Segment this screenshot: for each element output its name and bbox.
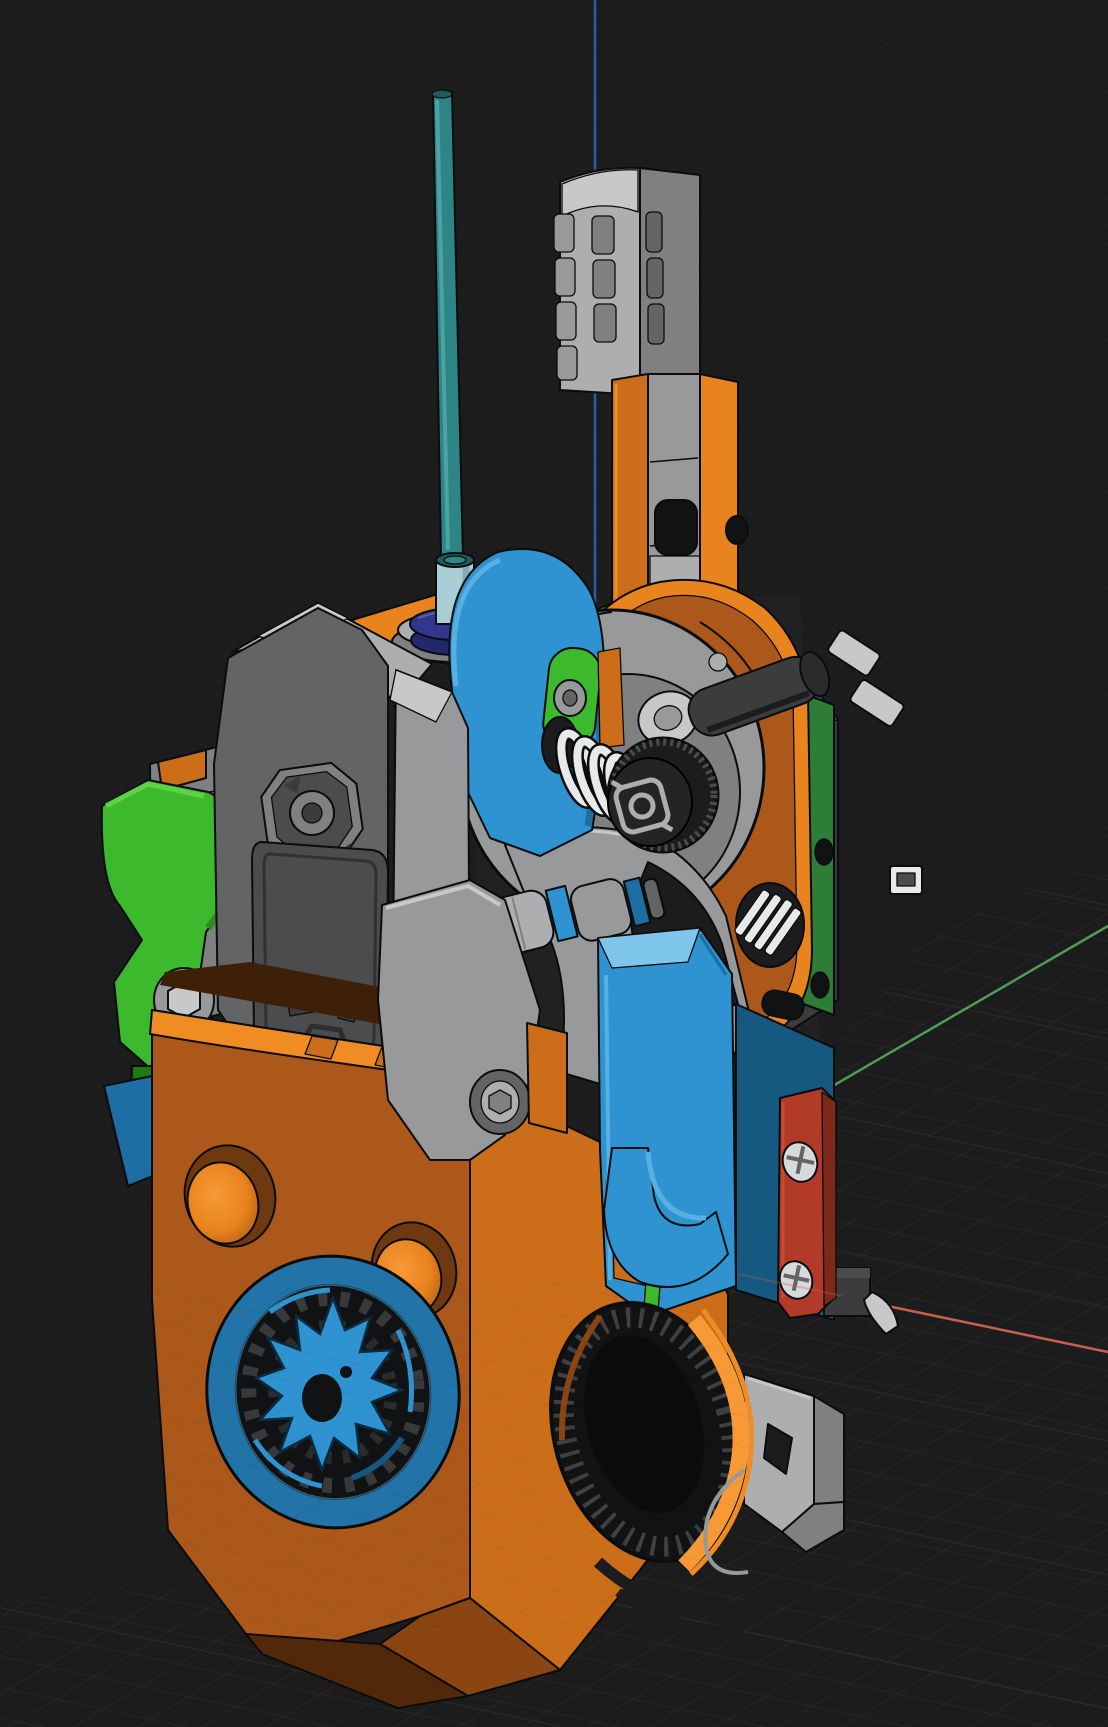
plate-hole [811,972,829,998]
arm-slot [655,500,697,555]
plate-hole [815,839,833,865]
duct-orange-wedge [527,1023,567,1133]
arm-hole [726,516,748,544]
cable-cover[interactable] [554,168,700,395]
arm-hex-screw[interactable] [489,1090,511,1114]
grid-overlay [150,1280,750,1710]
cad-viewport[interactable] [0,0,1108,1727]
tension-thumbscrew[interactable] [608,738,718,852]
